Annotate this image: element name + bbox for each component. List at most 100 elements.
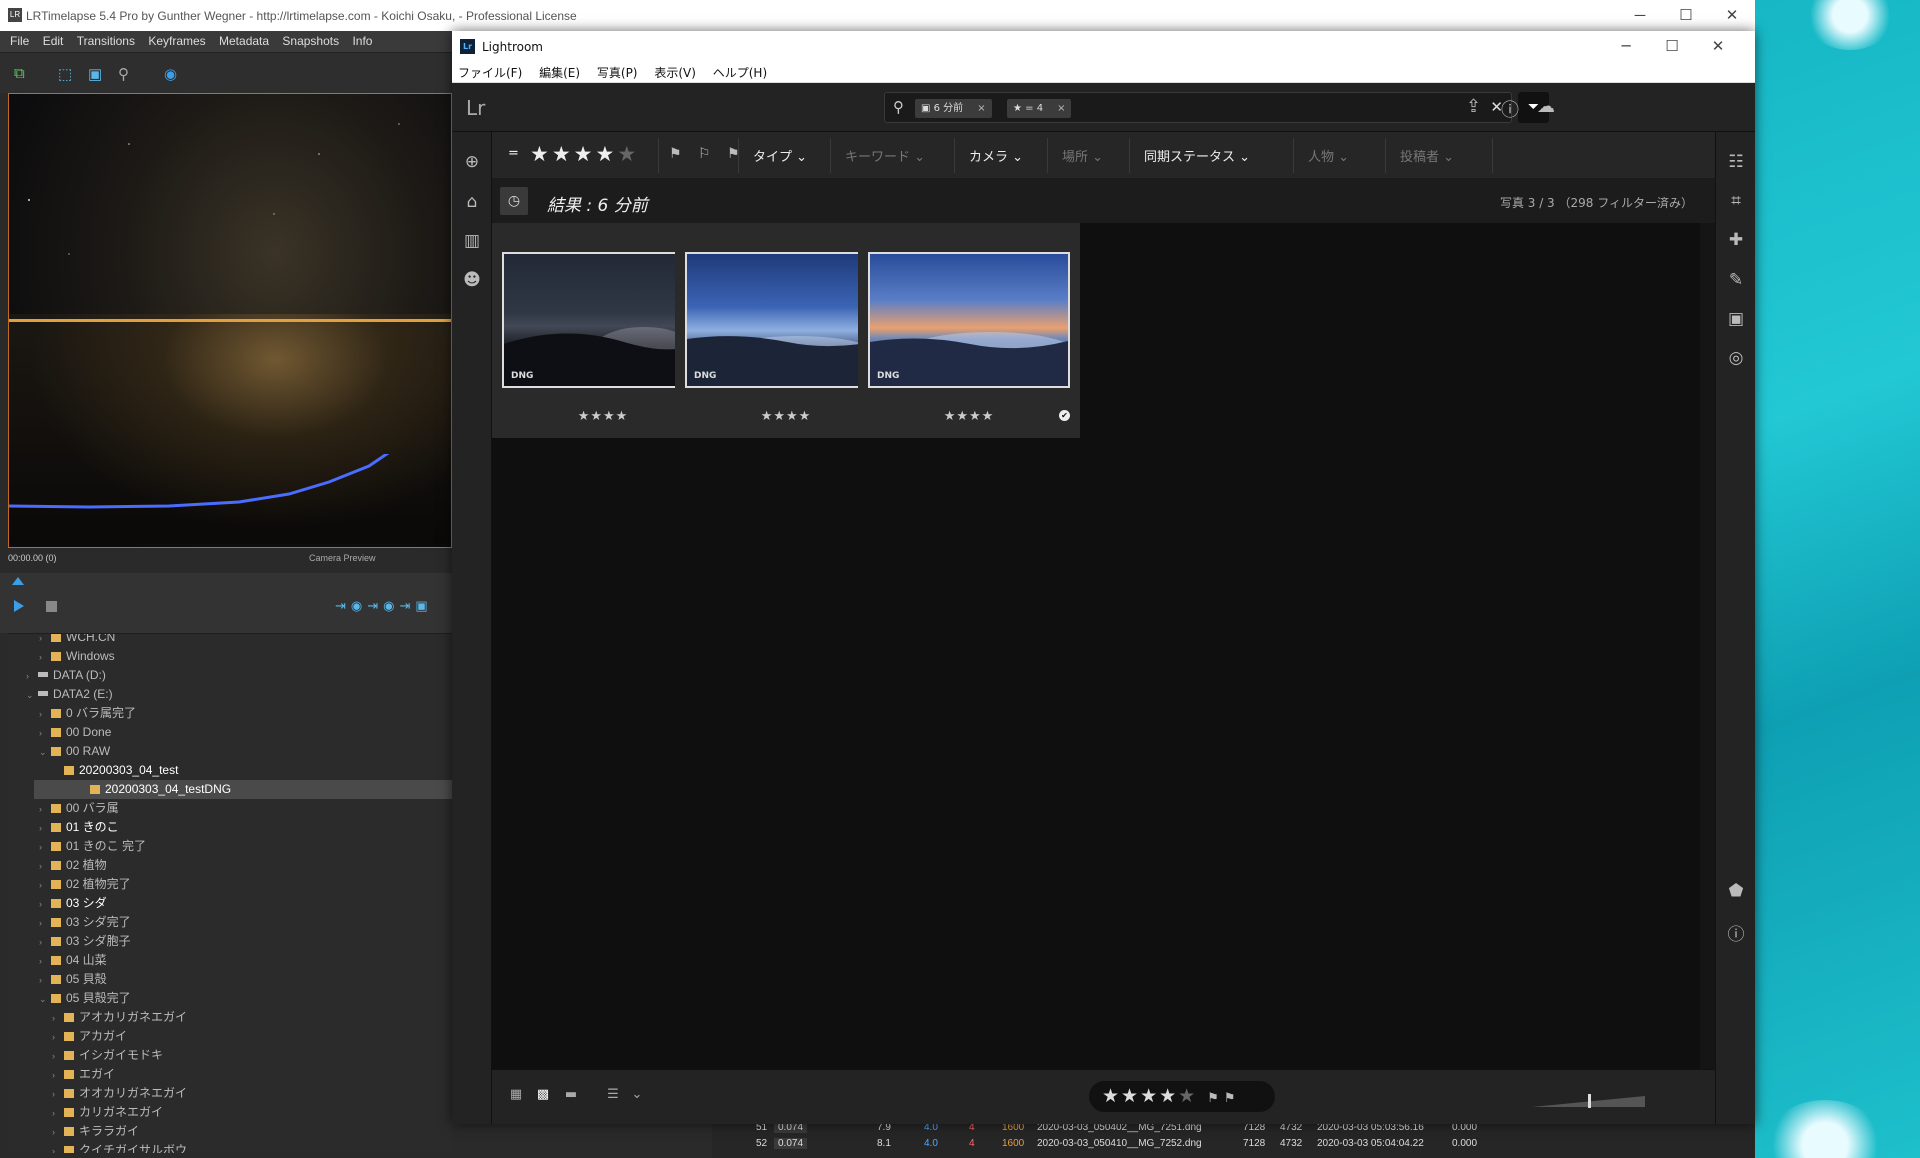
collapsed-arrow-icon[interactable]: › <box>52 1028 60 1047</box>
folder-tree-item[interactable]: › 01 きのこ <box>39 818 119 837</box>
selection-tool-icon[interactable]: ⬚ <box>58 65 72 83</box>
linear-gradient-icon[interactable]: ▣ <box>1726 309 1746 329</box>
collapsed-arrow-icon[interactable]: › <box>52 1085 60 1104</box>
photo-thumbnail[interactable]: DNG <box>868 252 1070 388</box>
photo-grid-view-icon[interactable]: ▩ <box>534 1088 552 1102</box>
photo-thumbnail[interactable]: DNG <box>502 252 704 388</box>
minimize-button[interactable]: ─ <box>1617 0 1663 31</box>
collapsed-arrow-icon[interactable]: › <box>39 705 47 724</box>
lr-close-button[interactable]: ✕ <box>1695 31 1741 62</box>
close-button[interactable]: ✕ <box>1709 0 1755 31</box>
filter-location[interactable]: 場所 ⌄ <box>1062 146 1103 165</box>
image-tool-icon[interactable]: ▣ <box>88 65 102 83</box>
collapsed-arrow-icon[interactable]: › <box>39 800 47 819</box>
collapsed-arrow-icon[interactable]: › <box>39 876 47 895</box>
folder-tree-item[interactable]: › クイチガイサルボウ <box>52 1141 187 1153</box>
lr-menu-file[interactable]: ファイル(F) <box>458 61 522 81</box>
circle-tool-icon[interactable]: ◉ <box>164 65 177 83</box>
menu-keyframes[interactable]: Keyframes <box>148 31 205 48</box>
keyframe-tools[interactable]: ⇥◉⇥◉⇥▣ <box>335 598 433 614</box>
info-icon[interactable]: ⓘ <box>1726 920 1746 945</box>
rating-operator[interactable]: = <box>508 146 519 161</box>
chip-remove-icon[interactable]: × <box>977 103 985 114</box>
expanded-arrow-icon[interactable]: ⌄ <box>39 743 47 762</box>
folder-tree-item[interactable]: › カリガネエガイ <box>52 1103 163 1122</box>
sort-dropdown-icon[interactable]: ⌄ <box>628 1088 646 1102</box>
healing-icon[interactable]: ✚ <box>1726 230 1746 250</box>
collapsed-arrow-icon[interactable]: › <box>39 971 47 990</box>
timeline-marker[interactable] <box>12 577 24 585</box>
folder-tree-item[interactable]: › 03 シダ胞子 <box>39 932 131 951</box>
sort-icon[interactable]: ☰ <box>604 1088 622 1102</box>
tag-icon[interactable]: ⬟ <box>1726 881 1746 901</box>
folder-tree-item[interactable]: › キララガイ <box>52 1122 139 1141</box>
collapsed-arrow-icon[interactable]: › <box>39 857 47 876</box>
collapsed-arrow-icon[interactable]: › <box>52 1066 60 1085</box>
lr-maximize-button[interactable]: ☐ <box>1649 31 1695 62</box>
lr-menu-photo[interactable]: 写真(P) <box>597 61 638 81</box>
rating-stars-on[interactable]: ★★★★ <box>1102 1085 1178 1107</box>
recent-clock-icon[interactable]: ◷ <box>500 187 528 215</box>
maximize-button[interactable]: ☐ <box>1663 0 1709 31</box>
collapsed-arrow-icon[interactable]: › <box>39 648 47 667</box>
folder-tree-item[interactable]: 20200303_04_testDNG <box>34 780 452 799</box>
grid-scrollbar[interactable] <box>1700 223 1715 1069</box>
filter-type[interactable]: タイプ ⌄ <box>753 146 807 165</box>
folder-tree-item[interactable]: ⌄ DATA2 (E:) <box>26 685 113 704</box>
folder-tree-item[interactable]: › 04 山菜 <box>39 951 107 970</box>
home-icon[interactable]: ⌂ <box>462 192 482 212</box>
folder-tree-item[interactable]: › アオカリガネエガイ <box>52 1008 187 1027</box>
square-grid-icon[interactable]: ▦ <box>507 1088 525 1102</box>
photo-cell[interactable]: DNG ★★★★ ✔ <box>858 223 1080 438</box>
collapsed-arrow-icon[interactable]: › <box>26 667 34 686</box>
collapsed-arrow-icon[interactable]: › <box>39 819 47 838</box>
rating-flag-pill[interactable]: ★★★★★ ⚑⚑ <box>1089 1081 1275 1112</box>
crop-tool-icon[interactable]: ⧉ <box>14 65 25 82</box>
flag-filter-icons[interactable]: ⚑ ⚐ ⚑ <box>669 146 746 162</box>
lr-minimize-button[interactable]: ─ <box>1603 31 1649 62</box>
collapsed-arrow-icon[interactable]: › <box>39 914 47 933</box>
expanded-arrow-icon[interactable]: ⌄ <box>39 990 47 1009</box>
edit-sliders-icon[interactable]: ☷ <box>1726 152 1746 172</box>
folder-tree-item[interactable]: ⌄ 05 貝殻完了 <box>39 989 131 1008</box>
collapsed-arrow-icon[interactable]: › <box>52 1047 60 1066</box>
stop-button[interactable] <box>46 601 57 612</box>
library-icon[interactable]: ▥ <box>462 231 482 251</box>
folder-tree-item[interactable]: › イシガイモドキ <box>52 1046 163 1065</box>
menu-file[interactable]: File <box>10 31 29 48</box>
photo-rating[interactable]: ★★★★ <box>858 409 1080 424</box>
folder-tree-item[interactable]: › 03 シダ完了 <box>39 913 131 932</box>
folder-tree-item[interactable]: › 01 きのこ 完了 <box>39 837 146 856</box>
table-row[interactable]: 52 0.074 8.1 4.0 4 1600 2020-03-03_05041… <box>712 1136 1755 1152</box>
lr-menu-help[interactable]: ヘルプ(H) <box>713 61 767 81</box>
filter-contributor[interactable]: 投稿者 ⌄ <box>1400 146 1454 165</box>
folder-tree-item[interactable]: › 03 シダ <box>39 894 107 913</box>
menu-metadata[interactable]: Metadata <box>219 31 269 48</box>
collapsed-arrow-icon[interactable]: › <box>39 724 47 743</box>
detail-view-icon[interactable]: ▬ <box>562 1088 580 1102</box>
folder-tree-item[interactable]: › 00 Done <box>39 723 111 742</box>
photo-thumbnail[interactable]: DNG <box>685 252 887 388</box>
crop-icon[interactable]: ⌗ <box>1726 191 1746 211</box>
folder-tree-item[interactable]: › 05 貝殻 <box>39 970 107 989</box>
menu-snapshots[interactable]: Snapshots <box>282 31 339 48</box>
collapsed-arrow-icon[interactable]: › <box>52 1009 60 1028</box>
rating-stars-off[interactable]: ★ <box>1178 1085 1197 1107</box>
filter-keyword[interactable]: キーワード ⌄ <box>845 146 925 165</box>
add-photos-icon[interactable]: ⊕ <box>462 152 482 172</box>
camera-preview[interactable] <box>8 93 452 548</box>
folder-tree-item[interactable]: › 02 植物 <box>39 856 107 875</box>
menu-edit[interactable]: Edit <box>43 31 64 48</box>
filter-camera[interactable]: カメラ ⌄ <box>969 146 1023 165</box>
rating-filter-stars[interactable]: ★★★★★ <box>530 142 639 166</box>
expanded-arrow-icon[interactable]: ⌄ <box>26 686 34 705</box>
chip-remove-icon[interactable]: × <box>1057 103 1065 114</box>
lr-menu-view[interactable]: 表示(V) <box>654 61 696 81</box>
collapsed-arrow-icon[interactable]: › <box>39 895 47 914</box>
collapsed-arrow-icon[interactable]: › <box>52 1104 60 1123</box>
collapsed-arrow-icon[interactable]: › <box>52 1142 60 1153</box>
folder-tree-item[interactable]: › 02 植物完了 <box>39 875 131 894</box>
folder-tree-item[interactable]: › WCH.CN <box>39 634 115 647</box>
lr-menu-edit[interactable]: 編集(E) <box>539 61 580 81</box>
collapsed-arrow-icon[interactable]: › <box>39 838 47 857</box>
